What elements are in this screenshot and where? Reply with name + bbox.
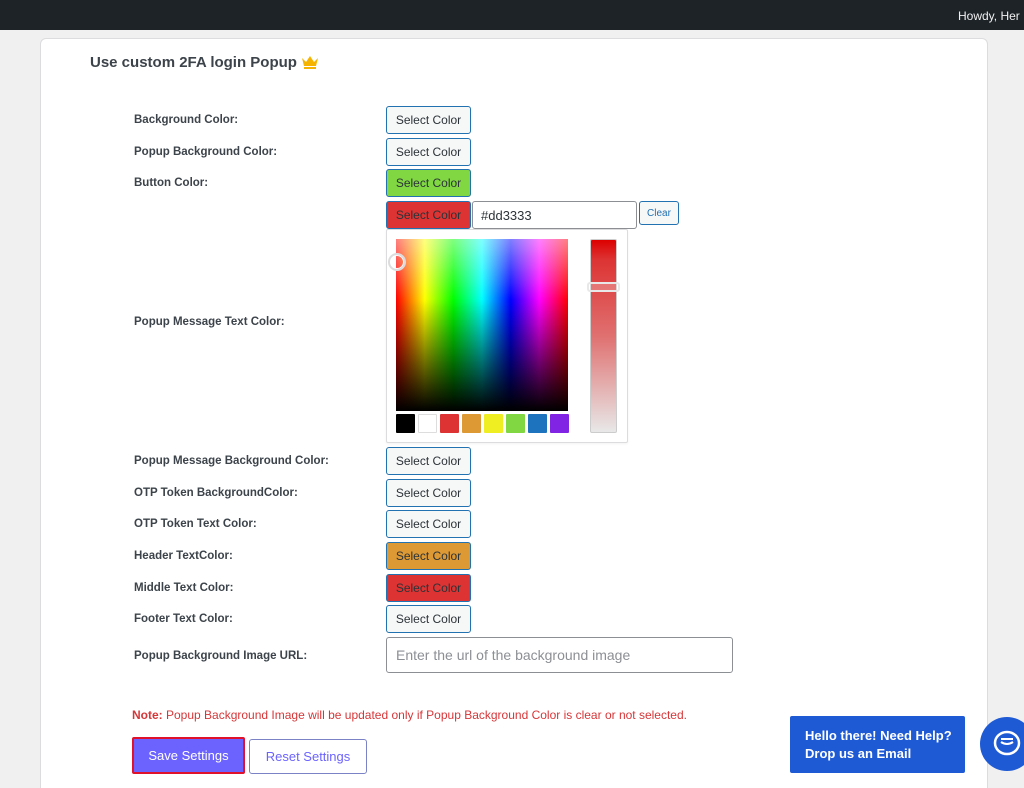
button-color-label: Button Color: (134, 177, 209, 189)
palette-swatch-red[interactable] (440, 414, 459, 433)
clear-color-button[interactable]: Clear (639, 201, 679, 225)
admin-bar: Howdy, Her (0, 0, 1024, 30)
hue-slider-handle[interactable] (587, 282, 620, 292)
palette-swatch-yellow[interactable] (484, 414, 503, 433)
popup-message-background-color-label: Popup Message Background Color: (134, 455, 329, 467)
header-text-color-button[interactable]: Select Color (386, 542, 471, 570)
crown-icon (302, 56, 318, 69)
palette-swatch-orange[interactable] (462, 414, 481, 433)
hue-slider[interactable] (590, 239, 617, 433)
howdy-user-menu[interactable]: Howdy, Her (958, 9, 1024, 23)
popup-background-color-button[interactable]: Select Color (386, 138, 471, 166)
background-image-url-input[interactable] (386, 637, 733, 673)
chat-bubble-icon (993, 730, 1021, 756)
button-color-button[interactable]: Select Color (386, 169, 471, 197)
header-text-color-label: Header TextColor: (134, 550, 233, 562)
color-picker-handle[interactable] (388, 253, 406, 271)
background-color-button[interactable]: Select Color (386, 106, 471, 134)
reset-settings-button[interactable]: Reset Settings (249, 739, 367, 774)
help-banner[interactable]: Hello there! Need Help? Drop us an Email (790, 716, 965, 773)
help-line-2: Drop us an Email (805, 746, 912, 761)
popup-message-background-color-button[interactable]: Select Color (386, 447, 471, 475)
otp-token-text-color-label: OTP Token Text Color: (134, 518, 257, 530)
background-color-label: Background Color: (134, 114, 239, 126)
middle-text-color-label: Middle Text Color: (134, 582, 234, 594)
palette-swatch-black[interactable] (396, 414, 415, 433)
palette-swatch-purple[interactable] (550, 414, 569, 433)
popup-message-text-color-label: Popup Message Text Color: (134, 316, 285, 328)
otp-token-text-color-button[interactable]: Select Color (386, 510, 471, 538)
footer-text-color-button[interactable]: Select Color (386, 605, 471, 633)
popup-background-image-url-label: Popup Background Image URL: (134, 650, 308, 662)
save-settings-button[interactable]: Save Settings (132, 737, 245, 774)
popup-background-color-label: Popup Background Color: (134, 146, 278, 158)
palette-swatch-blue[interactable] (528, 414, 547, 433)
popup-message-text-color-button[interactable]: Select Color (386, 201, 471, 229)
middle-text-color-button[interactable]: Select Color (386, 574, 471, 602)
otp-token-background-color-button[interactable]: Select Color (386, 479, 471, 507)
footer-text-color-label: Footer Text Color: (134, 613, 233, 625)
section-title: Use custom 2FA login Popup (90, 54, 297, 71)
palette-swatch-white[interactable] (418, 414, 437, 433)
note-text: Note: Popup Background Image will be upd… (132, 708, 687, 722)
otp-token-background-color-label: OTP Token BackgroundColor: (134, 487, 298, 499)
help-line-1: Hello there! Need Help? (805, 728, 952, 743)
color-saturation-square[interactable] (396, 239, 568, 411)
hex-color-input[interactable]: #dd3333 (472, 201, 637, 229)
palette-swatch-green[interactable] (506, 414, 525, 433)
